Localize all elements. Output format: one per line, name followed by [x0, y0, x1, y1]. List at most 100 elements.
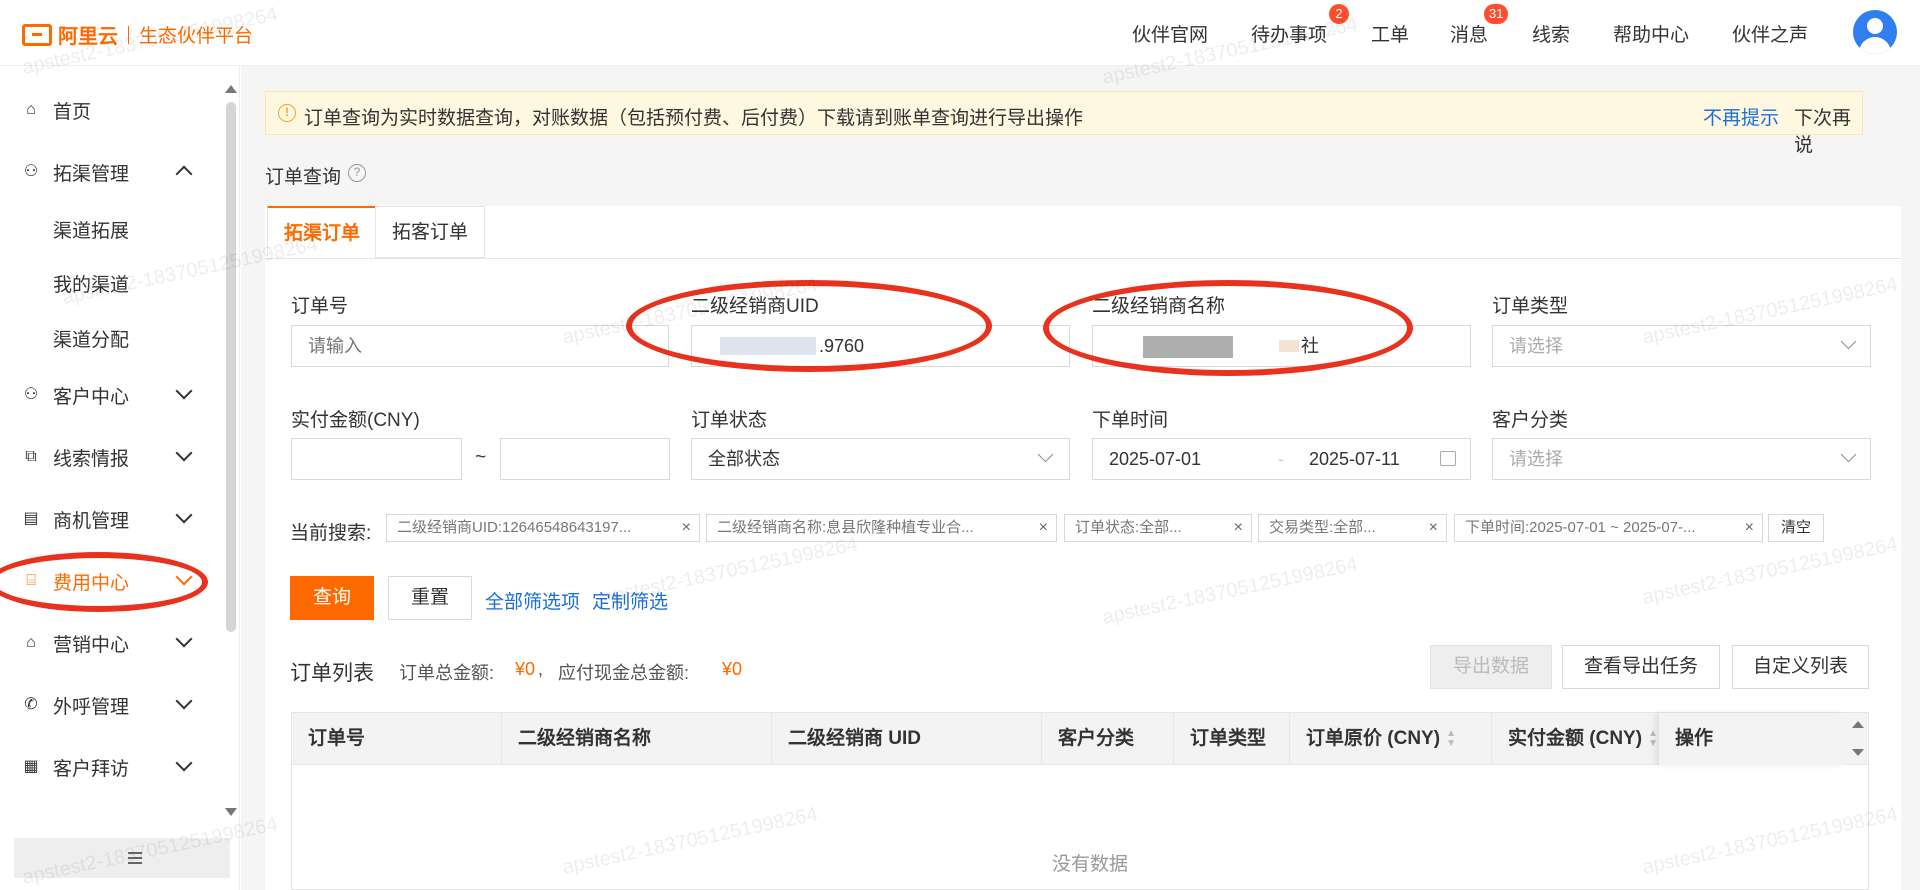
annotation-circle-name: [1043, 280, 1413, 376]
sidebar-item-opportunity[interactable]: ▤ 商机管理: [0, 499, 210, 539]
close-icon[interactable]: ×: [1429, 515, 1438, 541]
search-chip-name: 二级经销商名称:息县欣隆种植专业合... ×: [706, 514, 1057, 542]
chevron-down-icon: [175, 754, 193, 772]
sidebar-scroll-up-icon[interactable]: [225, 85, 237, 93]
amount-max-input[interactable]: [500, 438, 670, 480]
chevron-down-icon: [175, 692, 193, 710]
close-icon[interactable]: ×: [1745, 515, 1754, 541]
sidebar-item-customer-visit[interactable]: ▦ 客户拜访: [0, 747, 210, 787]
search-chip-status: 订单状态:全部... ×: [1064, 514, 1252, 542]
payable-amount-label: 应付现金总金额:: [558, 663, 690, 683]
sidebar-item-label: 线索情报: [53, 448, 130, 470]
current-search-label: 当前搜索:: [290, 523, 372, 544]
payable-amount-value: ¥0: [722, 659, 743, 679]
column-header-label: 订单原价 (CNY): [1306, 728, 1441, 749]
sidebar-item-customer-center[interactable]: ⚇ 客户中心: [0, 375, 210, 415]
sidebar-item-label: 首页: [53, 101, 92, 123]
close-icon[interactable]: ×: [682, 515, 691, 541]
chevron-down-icon: [175, 630, 193, 648]
sidebar-item-lead-intel[interactable]: ⧉ 线索情报: [0, 437, 210, 477]
nav-leads[interactable]: 线索: [1532, 20, 1570, 47]
close-icon[interactable]: ×: [1039, 515, 1048, 541]
sidebar-subitem-channel-allocation[interactable]: 渠道分配: [53, 325, 129, 352]
empty-state-text: 没有数据: [1052, 854, 1129, 875]
dismiss-notice-link[interactable]: 不再提示: [1703, 103, 1779, 130]
info-icon: !: [278, 104, 296, 122]
partner-icon: ⚇: [23, 163, 39, 180]
sidebar-item-label: 营销中心: [53, 634, 130, 656]
calendar-icon[interactable]: [1440, 451, 1456, 466]
table-scroll-down-icon[interactable]: [1852, 749, 1864, 756]
order-no-label: 订单号: [291, 296, 349, 317]
query-button[interactable]: 查询: [290, 576, 374, 620]
sidebar-item-outbound-call[interactable]: ✆ 外呼管理: [0, 685, 210, 725]
tab-customer-orders[interactable]: 拓客订单: [375, 206, 486, 258]
amount-label: 实付金额(CNY): [291, 410, 420, 431]
home-icon: ⌂: [26, 101, 36, 118]
column-header-actions: 操作: [1659, 713, 1845, 765]
order-list-title: 订单列表: [290, 662, 374, 685]
chevron-down-icon: [175, 444, 193, 462]
nav-partner-site[interactable]: 伙伴官网: [1132, 20, 1208, 47]
close-icon[interactable]: ×: [1234, 515, 1243, 541]
total-amount-label: 订单总金额:: [399, 663, 495, 683]
sidebar-item-home[interactable]: ⌂ 首页: [0, 90, 210, 130]
nav-partner-voice[interactable]: 伙伴之声: [1732, 20, 1808, 47]
column-header-original-price[interactable]: 订单原价 (CNY) ▲ ▼: [1290, 713, 1492, 765]
order-time-range[interactable]: 2025-07-01 - 2025-07-11: [1092, 438, 1471, 480]
nav-tickets[interactable]: 工单: [1371, 20, 1409, 47]
chevron-down-icon: [175, 506, 193, 524]
sidebar-scrollbar[interactable]: [226, 102, 236, 632]
start-date[interactable]: 2025-07-01: [1109, 439, 1201, 479]
reset-button[interactable]: 重置: [388, 576, 472, 620]
custom-columns-button[interactable]: 自定义列表: [1732, 645, 1869, 689]
sidebar-item-label: 外呼管理: [53, 696, 130, 718]
column-header-paid-amount[interactable]: 实付金额 (CNY) ▲ ▼: [1492, 713, 1668, 765]
notice-text: 订单查询为实时数据查询，对账数据（包括预付费、后付费）下载请到账单查询进行导出操…: [304, 108, 1084, 129]
chip-text: 交易类型:全部...: [1269, 519, 1376, 536]
remind-later-link[interactable]: 下次再说: [1794, 103, 1862, 157]
sort-icon[interactable]: ▲ ▼: [1446, 728, 1456, 749]
sidebar: ⌂ 首页 ⚇ 拓渠管理 渠道拓展 我的渠道 渠道分配 ⚇ 客户中心 ⧉ 线索情报…: [0, 66, 240, 890]
amount-range-separator: ~: [475, 447, 487, 468]
phone-icon: ✆: [24, 696, 38, 713]
aliyun-logo-icon: [22, 23, 52, 46]
sidebar-item-label: 客户中心: [53, 386, 130, 408]
sidebar-item-channel-management[interactable]: ⚇ 拓渠管理: [0, 152, 210, 192]
search-chip-trade-type: 交易类型:全部... ×: [1258, 514, 1447, 542]
column-header-reseller-uid: 二级经销商 UID: [772, 713, 1042, 765]
messages-badge: 31: [1484, 4, 1509, 24]
order-time-label: 下单时间: [1092, 410, 1169, 431]
column-header-reseller-name: 二级经销商名称: [502, 713, 772, 765]
table-header: 订单号 二级经销商名称 二级经销商 UID 客户分类 订单类型 订单原价 (CN…: [292, 713, 1868, 765]
clear-search-button[interactable]: 清空: [1768, 514, 1824, 542]
sidebar-subitem-channel-expansion[interactable]: 渠道拓展: [53, 216, 129, 243]
sidebar-item-label: 商机管理: [53, 510, 130, 532]
avatar[interactable]: [1853, 10, 1897, 54]
amount-min-input[interactable]: [291, 438, 462, 480]
column-header-customer-category: 客户分类: [1042, 713, 1174, 765]
end-date[interactable]: 2025-07-11: [1309, 439, 1400, 479]
sidebar-item-marketing[interactable]: ⌂ 营销中心: [0, 623, 210, 663]
nav-help-center[interactable]: 帮助中心: [1613, 20, 1689, 47]
table-scroll-up-icon[interactable]: [1852, 721, 1864, 728]
view-export-tasks-button[interactable]: 查看导出任务: [1562, 645, 1720, 689]
order-table: 订单号 二级经销商名称 二级经销商 UID 客户分类 订单类型 订单原价 (CN…: [291, 712, 1869, 890]
customer-category-select[interactable]: 请选择: [1492, 438, 1871, 480]
help-icon[interactable]: ?: [348, 164, 366, 182]
column-header-order-type: 订单类型: [1174, 713, 1290, 765]
sidebar-scroll-down-icon[interactable]: [225, 808, 237, 816]
sort-icon[interactable]: ▲ ▼: [1648, 728, 1658, 749]
all-filters-link[interactable]: 全部筛选项: [485, 587, 580, 614]
customer-category-label: 客户分类: [1492, 410, 1569, 431]
status-select[interactable]: 全部状态: [691, 438, 1070, 480]
chip-text: 订单状态:全部...: [1075, 519, 1182, 536]
sidebar-item-label: 客户拜访: [53, 758, 130, 780]
chip-text: 二级经销商名称:息县欣隆种植专业合...: [717, 519, 974, 536]
date-separator: -: [1278, 449, 1284, 469]
chevron-down-icon: [175, 382, 193, 400]
nav-messages[interactable]: 消息: [1450, 20, 1488, 47]
tab-divider: [265, 258, 1901, 259]
export-data-button[interactable]: 导出数据: [1430, 645, 1552, 689]
status-label: 订单状态: [691, 410, 768, 431]
